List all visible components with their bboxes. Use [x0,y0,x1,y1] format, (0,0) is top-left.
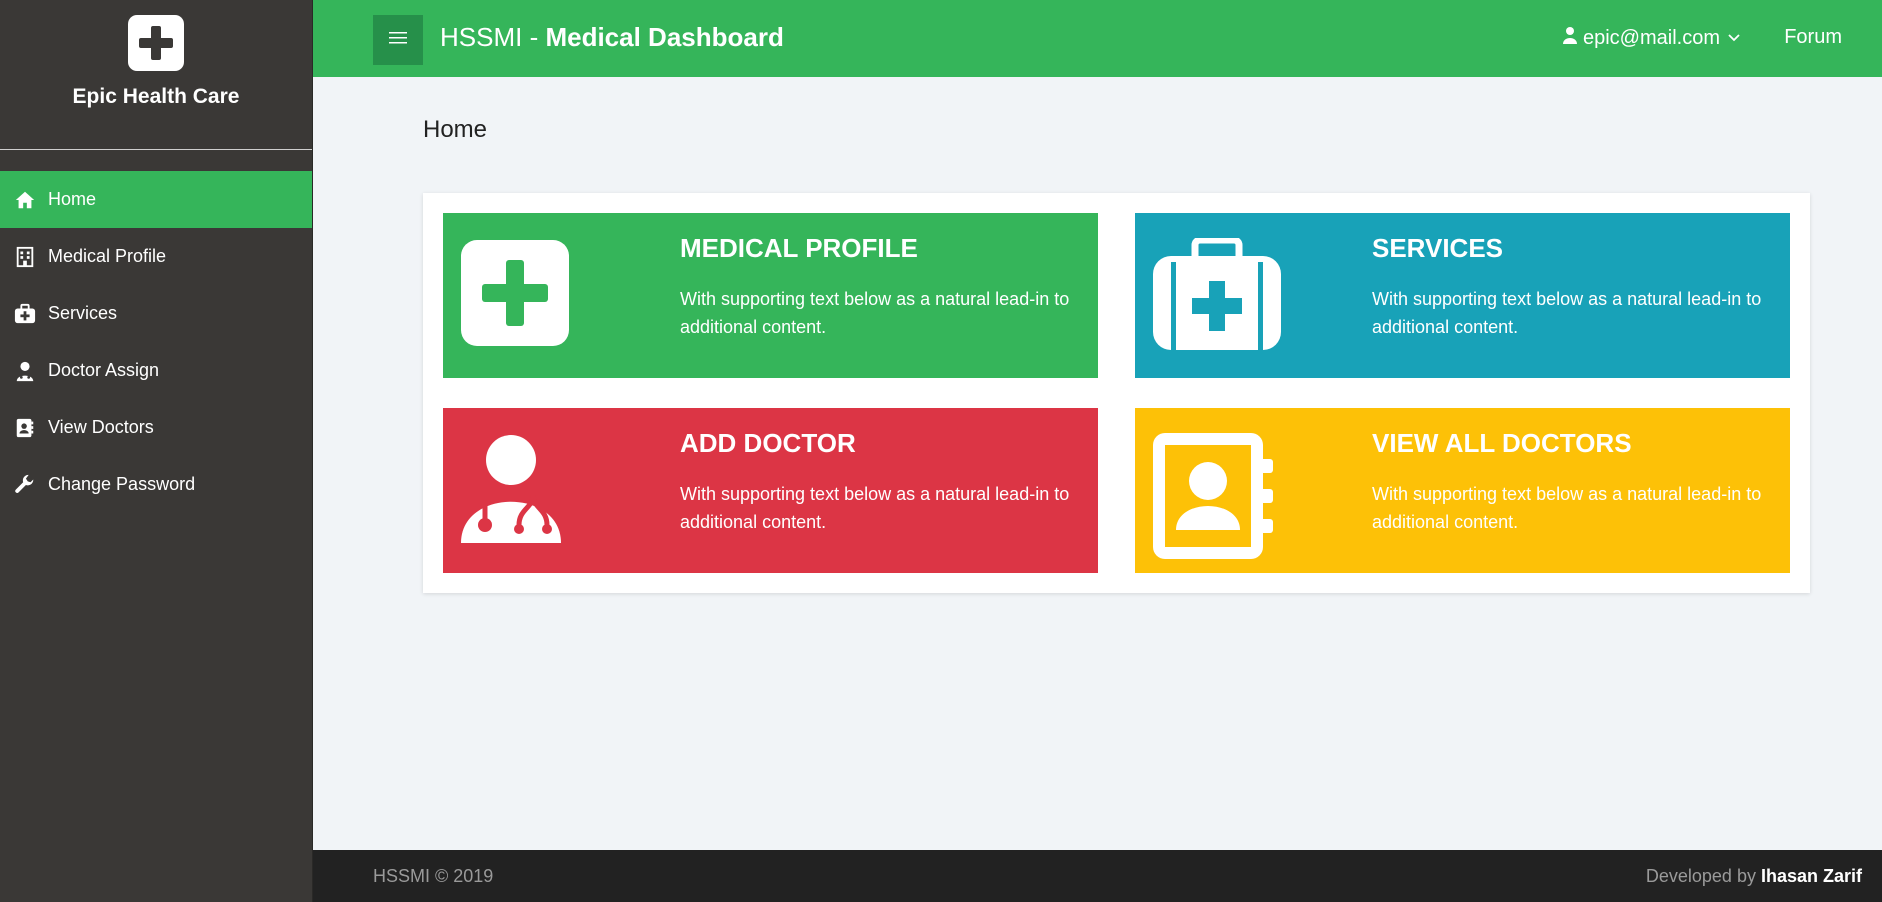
address-book-icon [1153,433,1273,559]
medkit-icon [14,303,36,325]
forum-link[interactable]: Forum [1784,26,1842,49]
user-email: epic@mail.com [1582,26,1720,49]
tile-add-doctor[interactable]: ADD DOCTOR With supporting text below as… [443,408,1098,573]
brand-name: Epic Health Care [72,85,240,108]
home-icon [14,189,36,211]
wrench-icon [14,474,36,496]
tile-title: VIEW ALL DOCTORS [1372,428,1632,458]
sidebar-item-view-doctors[interactable]: View Doctors [0,399,312,456]
user-menu-dropdown[interactable]: epic@mail.com [1562,26,1746,50]
tile-text: With supporting text below as a natural … [680,484,1070,532]
sidebar-item-label: Medical Profile [48,246,167,266]
footer-developed-by: Developed by [1645,866,1756,886]
footer-copyright: HSSMI © 2019 [373,866,494,886]
tile-title: SERVICES [1372,233,1504,263]
sidebar-nav: Home Medical Profile Services Doctor Ass… [0,171,312,513]
doctor-icon [14,360,36,382]
tile-text: With supporting text below as a natural … [1372,289,1762,337]
page-header-title: HSSMI - Medical Dashboard [440,22,784,53]
sidebar-item-label: Services [48,303,118,323]
brand: Epic Health Care [0,0,312,150]
tile-text: With supporting text below as a natural … [1372,484,1762,532]
medkit-icon [1153,236,1281,363]
page-title: Home [423,116,488,143]
top-header: HSSMI - Medical Dashboard epic@mail.com … [313,0,1882,77]
chevron-down-icon [1728,31,1746,45]
address-book-icon [14,417,36,439]
dashboard-card: MEDICAL PROFILE With supporting text bel… [423,193,1810,593]
footer: HSSMI © 2019 Developed by Ihasan Zarif [313,850,1882,902]
user-icon [1562,26,1583,50]
sidebar-item-services[interactable]: Services [0,285,312,342]
sidebar: Epic Health Care Home Medical Profile Se… [0,0,313,902]
plus-square-icon [461,238,571,363]
menu-icon [389,31,407,50]
tile-services[interactable]: SERVICES With supporting text below as a… [1135,213,1790,378]
header-title-bold: Medical Dashboard [545,22,784,52]
footer-credit: Developed by Ihasan Zarif [1646,866,1862,887]
tile-title: MEDICAL PROFILE [680,233,918,263]
sidebar-item-label: View Doctors [48,417,154,437]
sidebar-item-change-password[interactable]: Change Password [0,456,312,513]
menu-toggle-button[interactable] [373,15,423,65]
hospital-icon [14,246,36,268]
tile-text: With supporting text below as a natural … [680,289,1070,337]
tile-medical-profile[interactable]: MEDICAL PROFILE With supporting text bel… [443,213,1098,378]
plus-icon [128,15,184,71]
sidebar-item-medical-profile[interactable]: Medical Profile [0,228,312,285]
header-title-prefix: HSSMI - [440,22,546,52]
sidebar-item-label: Doctor Assign [48,360,160,380]
sidebar-item-doctor-assign[interactable]: Doctor Assign [0,342,312,399]
doctor-icon [461,433,571,558]
tile-view-all-doctors[interactable]: VIEW ALL DOCTORS With supporting text be… [1135,408,1790,573]
sidebar-item-label: Change Password [48,474,196,494]
footer-developer-name: Ihasan Zarif [1760,866,1862,886]
tile-title: ADD DOCTOR [680,428,856,458]
sidebar-item-home[interactable]: Home [0,171,312,228]
sidebar-item-label: Home [48,189,97,209]
